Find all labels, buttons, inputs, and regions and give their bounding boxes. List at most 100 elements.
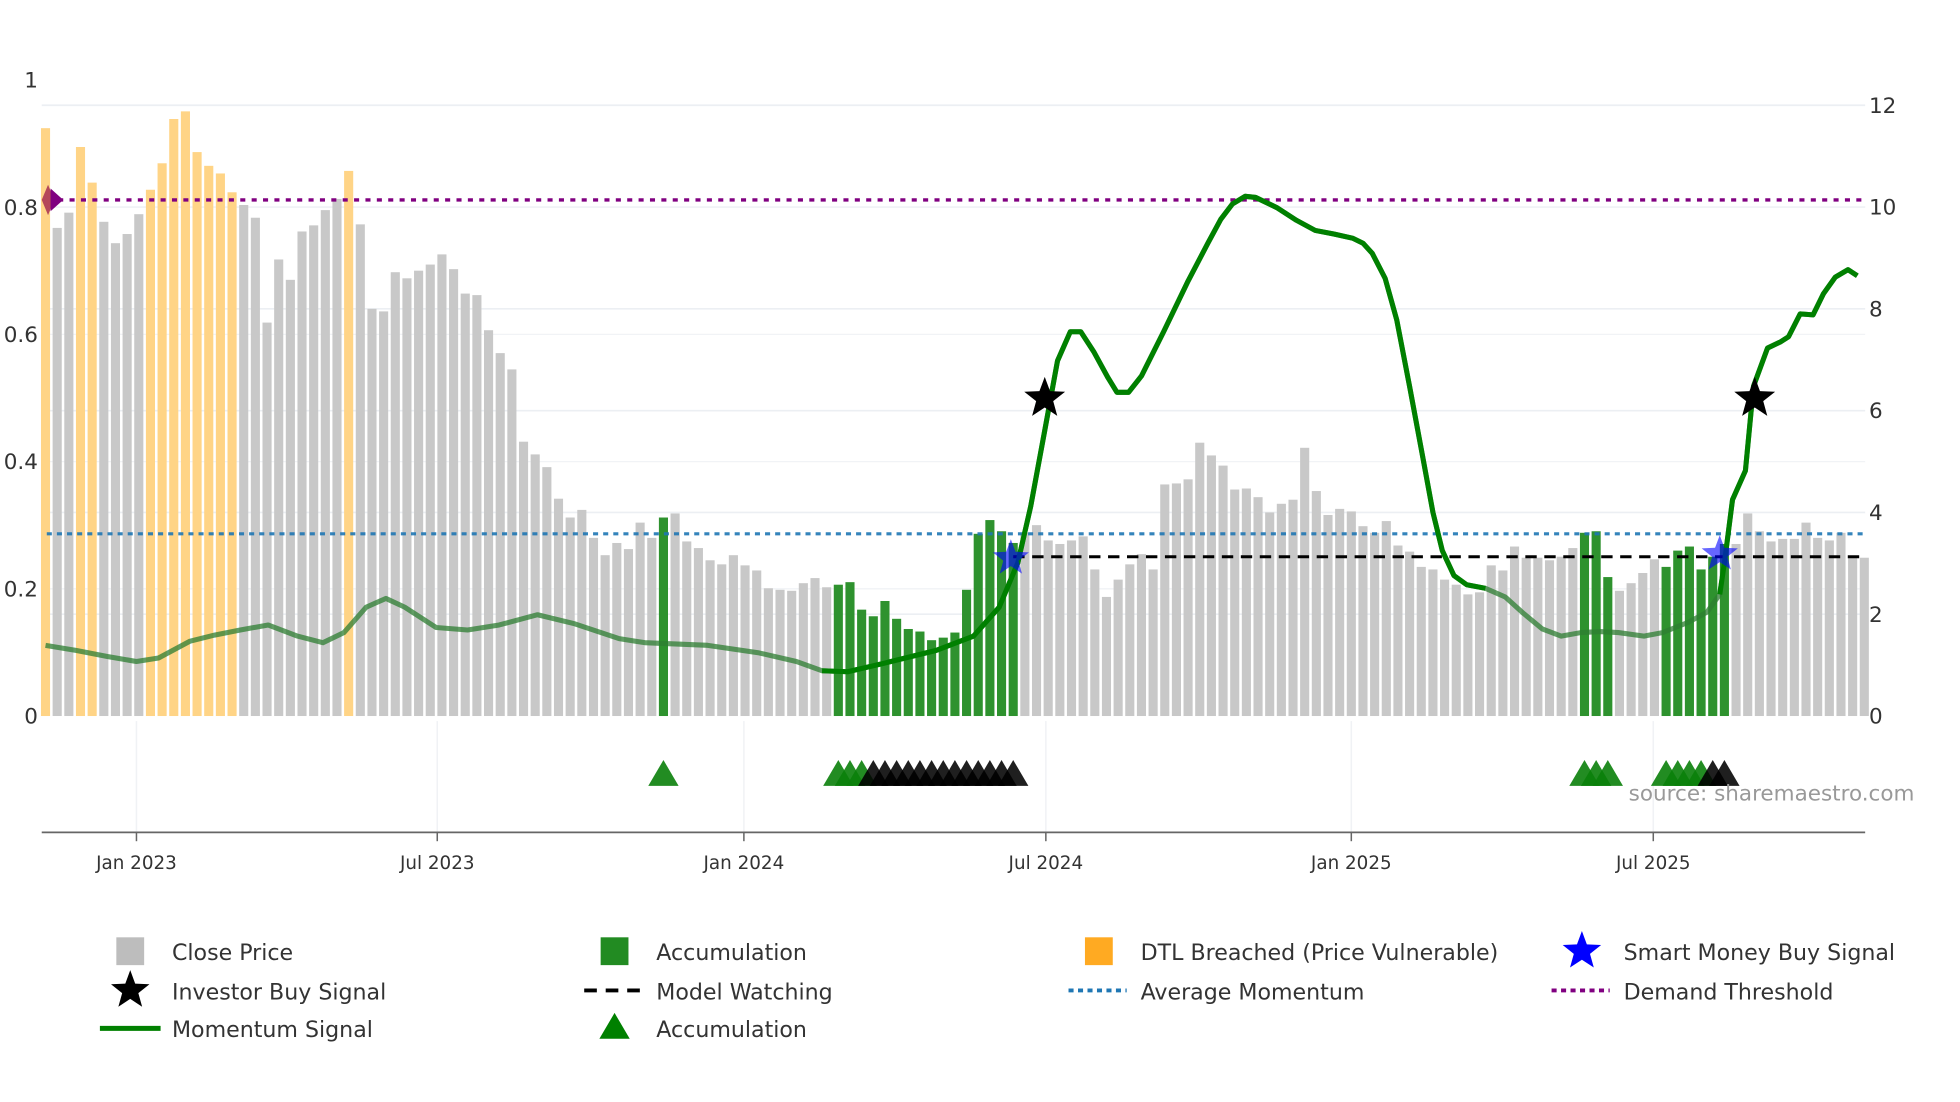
close-price-bar (449, 269, 459, 717)
accumulation-legend-label: Accumulation (656, 1017, 807, 1043)
close-price-bar (1288, 499, 1298, 717)
close-price-bar (1789, 538, 1799, 717)
accumulation-bar (1673, 550, 1683, 717)
close-price-bar (670, 513, 680, 717)
accumulation-bar (1579, 532, 1590, 717)
x-tick-label: Jul 2023 (399, 853, 475, 874)
close-price-bar (1743, 513, 1753, 717)
close-price-bar (693, 548, 703, 717)
close-price-bar (472, 295, 482, 717)
close-price-bar (1195, 442, 1205, 717)
close-price-bar (250, 217, 260, 717)
close-price-bar (110, 243, 121, 717)
accumulation-bar (1708, 556, 1718, 717)
dtl-breached-bar (157, 163, 167, 717)
close-price-bar (1311, 491, 1321, 717)
right-tick-label: 10 (1869, 196, 1896, 221)
close-price-bar (787, 590, 797, 717)
close-price-bar (740, 565, 750, 717)
right-tick-label: 2 (1869, 603, 1883, 628)
close-price-bar (635, 522, 645, 717)
close-price-bar (810, 578, 820, 717)
x-tick-label: Jan 2025 (1310, 853, 1392, 874)
close-price-bar (285, 279, 295, 717)
close-price-bar (1335, 508, 1345, 717)
close-price-bar (1533, 557, 1543, 717)
close-price-bar (1836, 532, 1846, 717)
left-tick-label: 0.8 (4, 196, 38, 221)
close-price-bar (1731, 543, 1741, 717)
x-tick-label: Jul 2024 (1008, 853, 1084, 874)
close-price-bar (1276, 503, 1286, 717)
close-price-bar (1801, 522, 1811, 717)
close-price-bar (390, 272, 400, 717)
close-price-bar (262, 322, 272, 717)
accumulation-bar (1591, 531, 1601, 717)
investor-buy-signal-legend-star-icon (111, 970, 150, 1007)
close-price-bar (1451, 584, 1461, 717)
accumulation-bar (962, 589, 972, 717)
accumulation-legend-triangle-icon (599, 1012, 630, 1039)
close-price-bar (64, 212, 74, 717)
close-price-bar (612, 542, 622, 717)
investor-buy-signal-legend-label: Investor Buy Signal (172, 979, 386, 1005)
close-price-bar (1813, 537, 1823, 717)
left-tick-label: 1 (24, 69, 38, 94)
close-price-bar (1101, 596, 1112, 717)
dtl-breached-price-vulnerable-legend-swatch (1084, 937, 1113, 966)
close-price-bar (1183, 479, 1193, 717)
dtl-breached-bar (75, 146, 86, 717)
close-price-bar (1206, 455, 1216, 717)
source-label: source: sharemaestro.com (1629, 782, 1915, 807)
dtl-breached-bar (87, 182, 97, 717)
close-price-bar (402, 278, 412, 717)
right-tick-label: 4 (1869, 501, 1883, 526)
close-price-bar (1370, 532, 1380, 717)
close-price-bar (1416, 566, 1426, 717)
close-price-bar (1031, 525, 1042, 717)
threshold-arrow-marker (50, 188, 64, 212)
close-price-bar (530, 454, 540, 717)
close-price-bar (1043, 540, 1053, 717)
close-price-bar (1381, 521, 1391, 717)
close-price-bar (1649, 559, 1659, 717)
close-price-bar (1323, 514, 1333, 717)
close-price-bar (1090, 569, 1100, 717)
close-price-bar (379, 311, 389, 717)
close-price-bar (1440, 579, 1450, 717)
dtl-breached-bar (40, 128, 51, 717)
close-price-bar (798, 583, 808, 717)
close-price-bar (682, 541, 692, 717)
right-tick-label: 12 (1869, 94, 1896, 119)
dtl-breached-bar (169, 119, 179, 717)
legend: Close Price Accumulation DTL Breached (Pri… (99, 930, 1895, 1043)
close-price-bar (518, 441, 529, 717)
close-price-bar (1136, 554, 1147, 717)
left-tick-label: 0.2 (4, 577, 38, 602)
smart-money-buy-signal-legend-star-icon (1562, 930, 1602, 968)
accumulation-bar (915, 631, 925, 717)
close-price-bar (414, 270, 424, 717)
close-price-bar (647, 537, 657, 717)
close-price-bar (1824, 540, 1834, 717)
average-momentum-legend-label: Average Momentum (1141, 979, 1365, 1005)
dtl-breached-bar (227, 192, 237, 717)
momentum-chart: Jan 2023 Jul 2023 Jan 2024 Jul 2024 Jan 2025… (4, 69, 1915, 1044)
close-price-bar (553, 498, 564, 717)
accumulation-bar (845, 582, 855, 717)
right-tick-label: 6 (1869, 399, 1883, 424)
accumulation-legend-label: Accumulation (656, 940, 807, 966)
close-price-bar (705, 560, 715, 717)
close-price-bar (367, 308, 377, 717)
close-price-bar (1428, 569, 1438, 717)
close-price-bar (1230, 489, 1240, 717)
close-price-bar (1475, 592, 1485, 717)
close-price-bar (355, 224, 365, 717)
close-price-bar (1241, 488, 1251, 717)
close-price-bar (1148, 569, 1158, 717)
smart-money-buy-signal-legend-label: Smart Money Buy Signal (1624, 940, 1895, 966)
accumulation-bar (880, 600, 890, 717)
bars (40, 111, 1869, 717)
dtl-breached-bar (192, 152, 202, 717)
left-tick-label: 0.6 (4, 323, 38, 348)
